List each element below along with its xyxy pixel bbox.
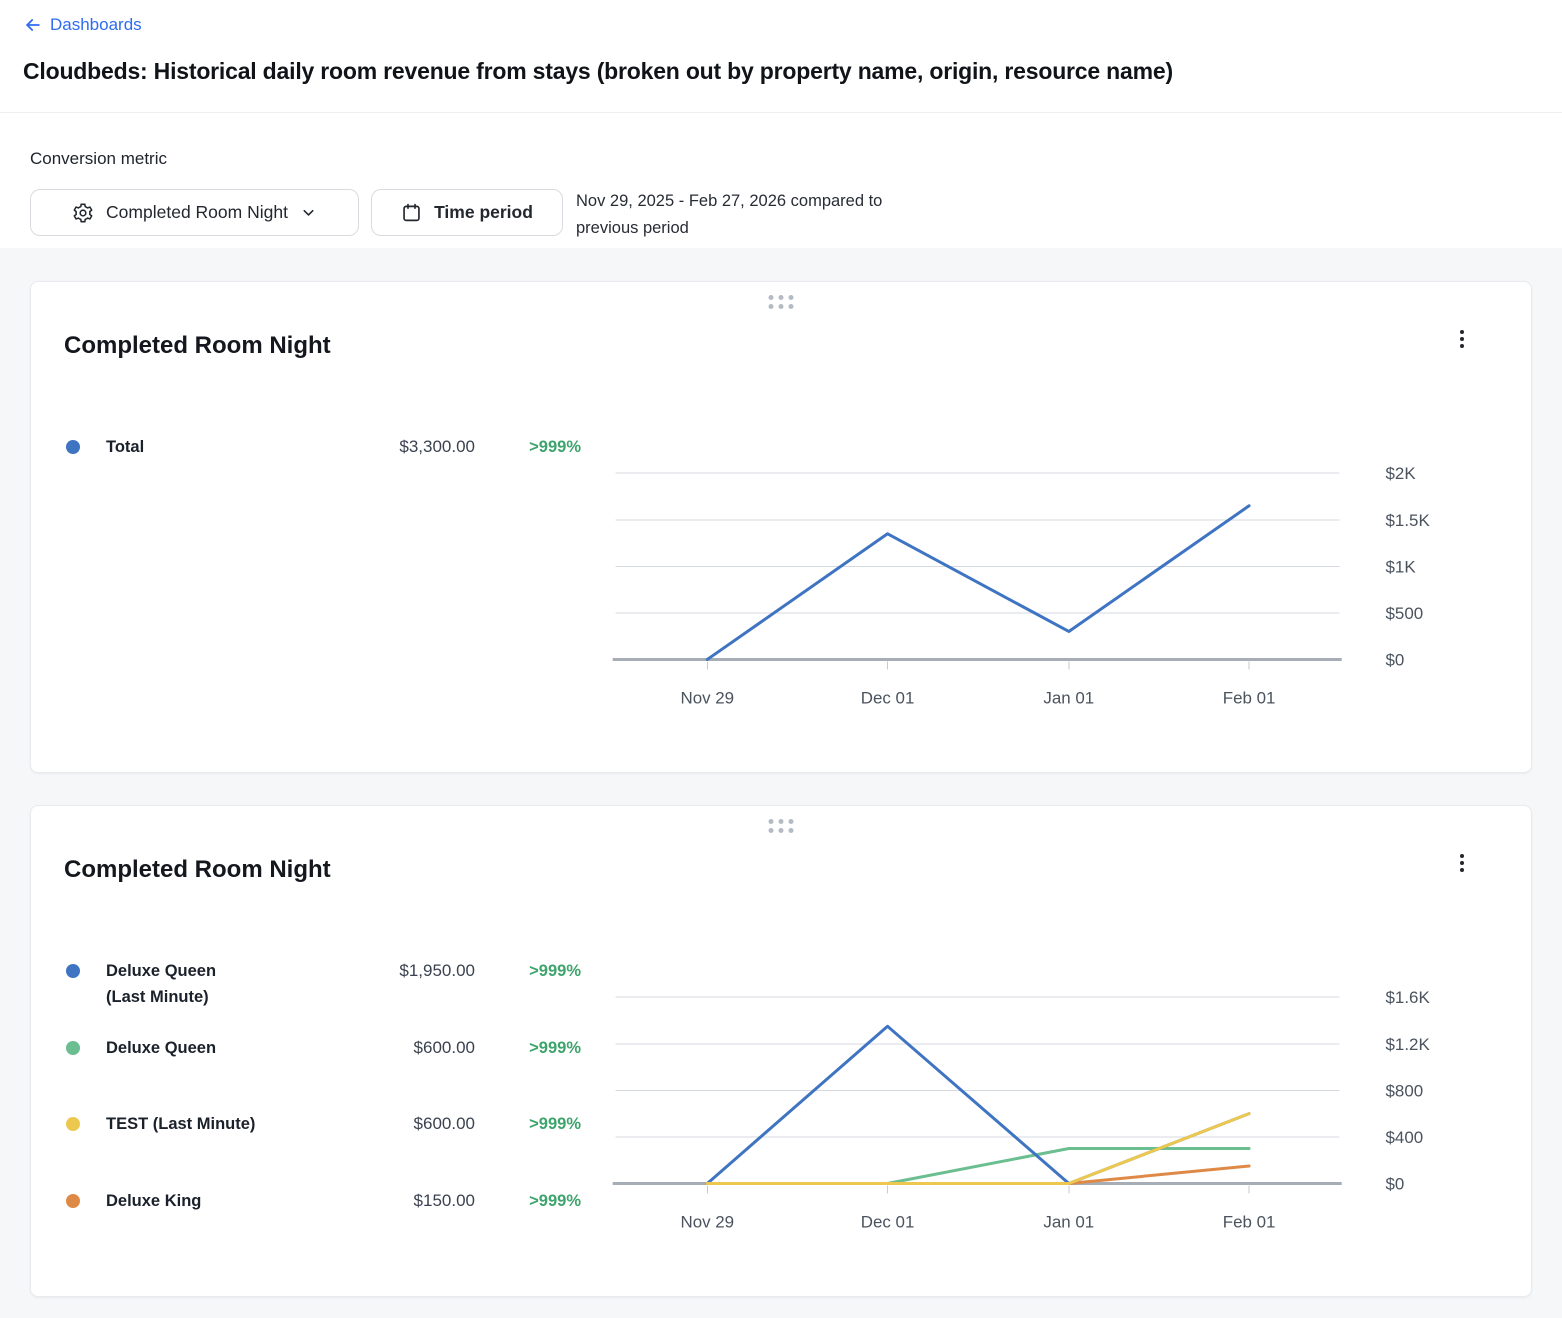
series-color-dot — [66, 1194, 80, 1208]
calendar-icon — [401, 202, 422, 223]
series-change: >999% — [475, 434, 581, 460]
legend-row-deluxe-queen[interactable]: Deluxe Queen$600.00>999% — [66, 1035, 581, 1061]
chart-legend: Total$3,300.00>999% — [31, 282, 1531, 772]
series-total: $3,300.00 — [316, 434, 475, 460]
series-color-dot — [66, 964, 80, 978]
series-label: TEST (Last Minute) — [106, 1111, 316, 1137]
series-change: >999% — [475, 958, 581, 984]
series-color-dot — [66, 1117, 80, 1131]
top-header: Dashboards Cloudbeds: Historical daily r… — [0, 0, 1562, 113]
series-label: Total — [106, 434, 316, 460]
series-label: Deluxe Queen — [106, 1035, 316, 1061]
conversion-metric-dropdown[interactable]: Completed Room Night — [30, 189, 359, 236]
legend-row-test-last-minute[interactable]: TEST (Last Minute)$600.00>999% — [66, 1111, 581, 1137]
series-total: $150.00 — [316, 1188, 475, 1214]
series-change: >999% — [475, 1035, 581, 1061]
series-total: $600.00 — [316, 1111, 475, 1137]
back-link-label: Dashboards — [50, 15, 142, 35]
gear-icon — [72, 202, 94, 224]
series-total: $1,950.00 — [316, 958, 475, 984]
page-title: Cloudbeds: Historical daily room revenue… — [23, 58, 1173, 85]
series-change: >999% — [475, 1111, 581, 1137]
controls-bar: Conversion metric Completed Room Night T… — [0, 113, 1562, 248]
series-color-dot — [66, 1041, 80, 1055]
time-period-button[interactable]: Time period — [371, 189, 563, 236]
time-period-label: Time period — [434, 202, 533, 223]
period-summary: Nov 29, 2025 - Feb 27, 2026 compared to … — [576, 188, 936, 242]
legend-row-deluxe-queen-last-minute[interactable]: Deluxe Queen (Last Minute)$1,950.00>999% — [66, 958, 581, 1010]
chart-card-breakdown: Completed Room Night Deluxe Queen (Last … — [30, 805, 1532, 1297]
series-change: >999% — [475, 1188, 581, 1214]
chevron-down-icon — [300, 204, 317, 221]
chart-card-total: Completed Room Night Total$3,300.00>999%… — [30, 281, 1532, 773]
dashboard-grid: Completed Room Night Total$3,300.00>999%… — [0, 248, 1562, 1318]
back-link[interactable]: Dashboards — [23, 15, 142, 35]
legend-row-deluxe-king[interactable]: Deluxe King$150.00>999% — [66, 1188, 581, 1214]
series-label: Deluxe King — [106, 1188, 316, 1214]
legend-row-total[interactable]: Total$3,300.00>999% — [66, 434, 581, 460]
arrow-left-icon — [23, 15, 43, 35]
series-color-dot — [66, 440, 80, 454]
series-label: Deluxe Queen (Last Minute) — [106, 958, 316, 1010]
chart-legend: Deluxe Queen (Last Minute)$1,950.00>999%… — [31, 806, 1531, 1296]
conversion-metric-label: Conversion metric — [30, 149, 167, 169]
conversion-metric-value: Completed Room Night — [106, 202, 288, 223]
series-total: $600.00 — [316, 1035, 475, 1061]
